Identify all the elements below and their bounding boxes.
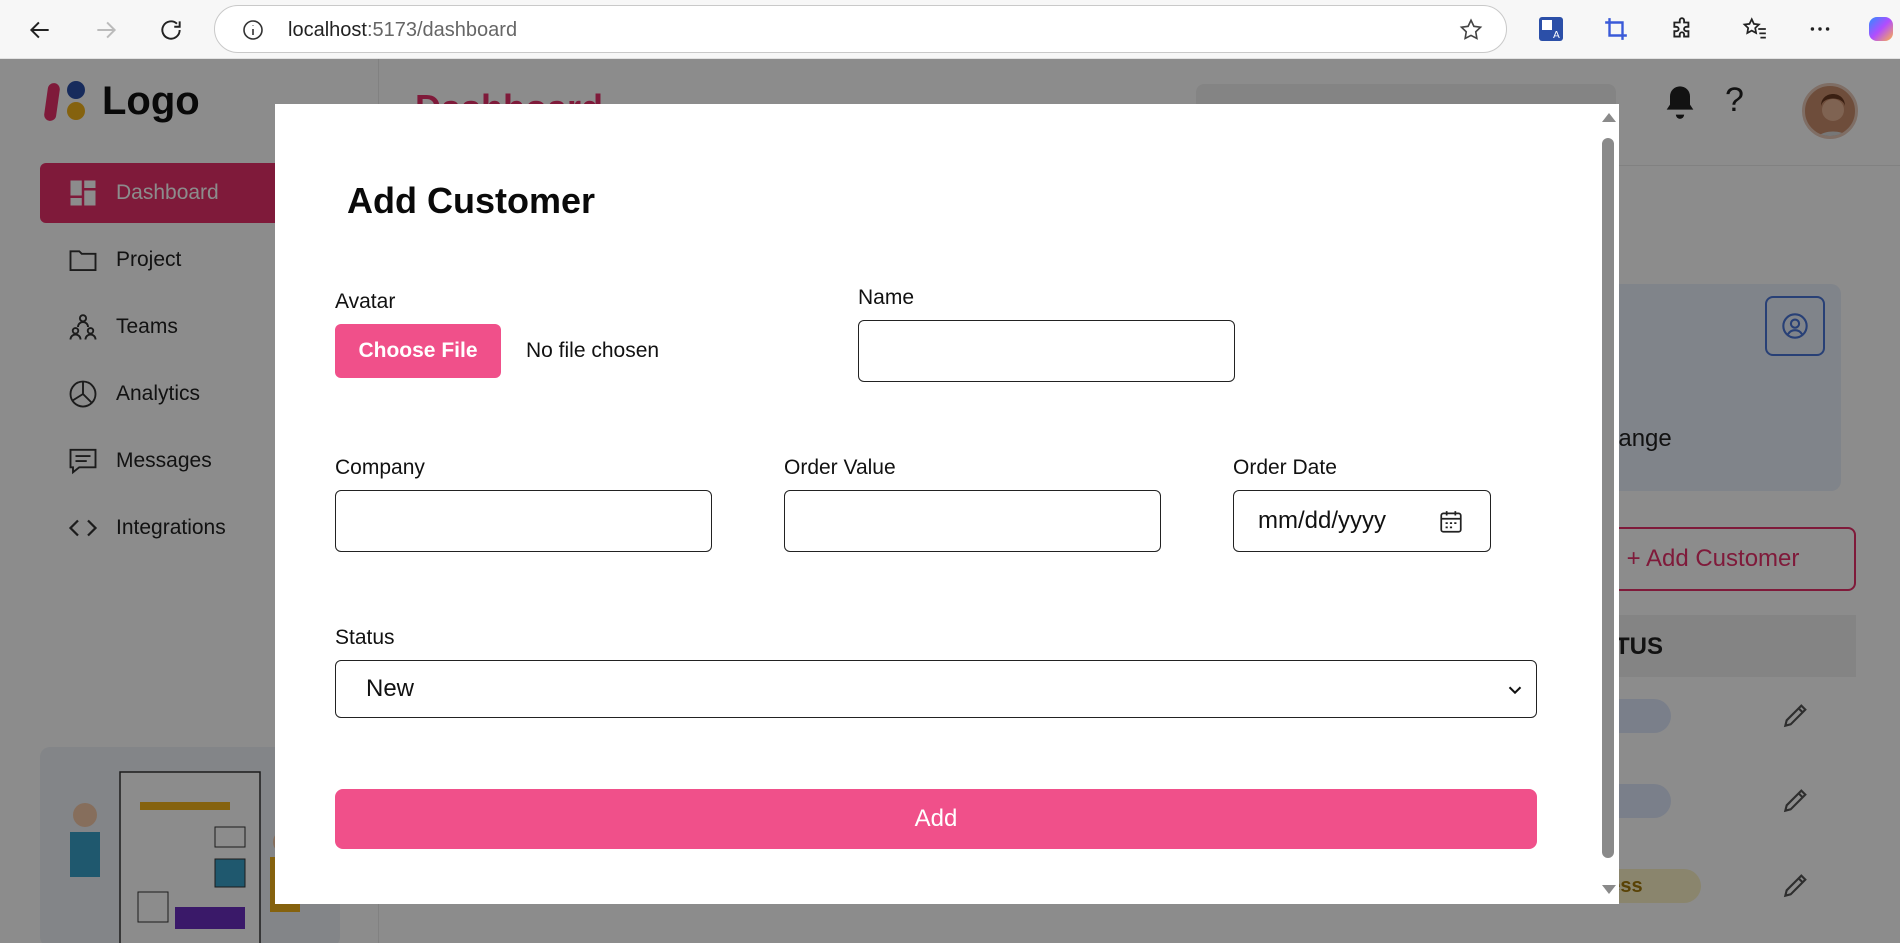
site-info-icon[interactable] — [241, 18, 265, 42]
favorite-star-icon[interactable] — [1458, 17, 1484, 43]
chevron-down-icon — [1508, 686, 1522, 695]
calendar-icon[interactable] — [1438, 509, 1464, 535]
more-menu-icon[interactable] — [1805, 14, 1835, 44]
scroll-down-arrow-icon[interactable] — [1602, 885, 1616, 894]
name-input[interactable] — [858, 320, 1235, 382]
back-button[interactable] — [20, 10, 60, 50]
order-date-label: Order Date — [1233, 456, 1337, 479]
refresh-icon — [161, 20, 181, 40]
status-select-value: New — [366, 675, 415, 702]
scroll-thumb[interactable] — [1602, 138, 1614, 858]
no-file-text: No file chosen — [526, 339, 660, 362]
browser-toolbar: localhost:5173/dashboard A — [0, 0, 1900, 59]
order-value-input[interactable] — [784, 490, 1161, 552]
add-customer-modal: Add Customer Avatar Choose File No file … — [275, 104, 1619, 904]
company-label: Company — [335, 456, 425, 479]
translate-extension-icon[interactable]: A — [1536, 14, 1566, 44]
address-bar[interactable]: localhost:5173/dashboard — [214, 5, 1507, 53]
choose-file-button[interactable]: Choose File — [335, 324, 501, 378]
name-label: Name — [858, 286, 915, 309]
svg-text:A: A — [1553, 30, 1560, 41]
order-value-label: Order Value — [784, 456, 896, 479]
forward-button[interactable] — [86, 10, 126, 50]
back-arrow-icon — [29, 21, 49, 39]
scroll-up-arrow-icon[interactable] — [1602, 113, 1616, 122]
company-input[interactable] — [335, 490, 712, 552]
forward-arrow-icon — [97, 21, 117, 39]
url-text: localhost:5173/dashboard — [288, 19, 518, 41]
extensions-puzzle-icon[interactable] — [1668, 14, 1698, 44]
order-date-placeholder: mm/dd/yyyy — [1258, 507, 1387, 534]
status-label: Status — [335, 626, 395, 649]
favorites-icon[interactable] — [1740, 14, 1770, 44]
refresh-button[interactable] — [151, 10, 191, 50]
modal-title: Add Customer — [347, 180, 596, 221]
modal-scrollbar[interactable] — [1597, 104, 1619, 904]
add-button[interactable]: Add — [335, 789, 1537, 849]
status-select[interactable]: New — [335, 660, 1537, 718]
copilot-icon[interactable] — [1866, 14, 1896, 44]
crop-extension-icon[interactable] — [1601, 14, 1631, 44]
avatar-label: Avatar — [335, 290, 396, 313]
